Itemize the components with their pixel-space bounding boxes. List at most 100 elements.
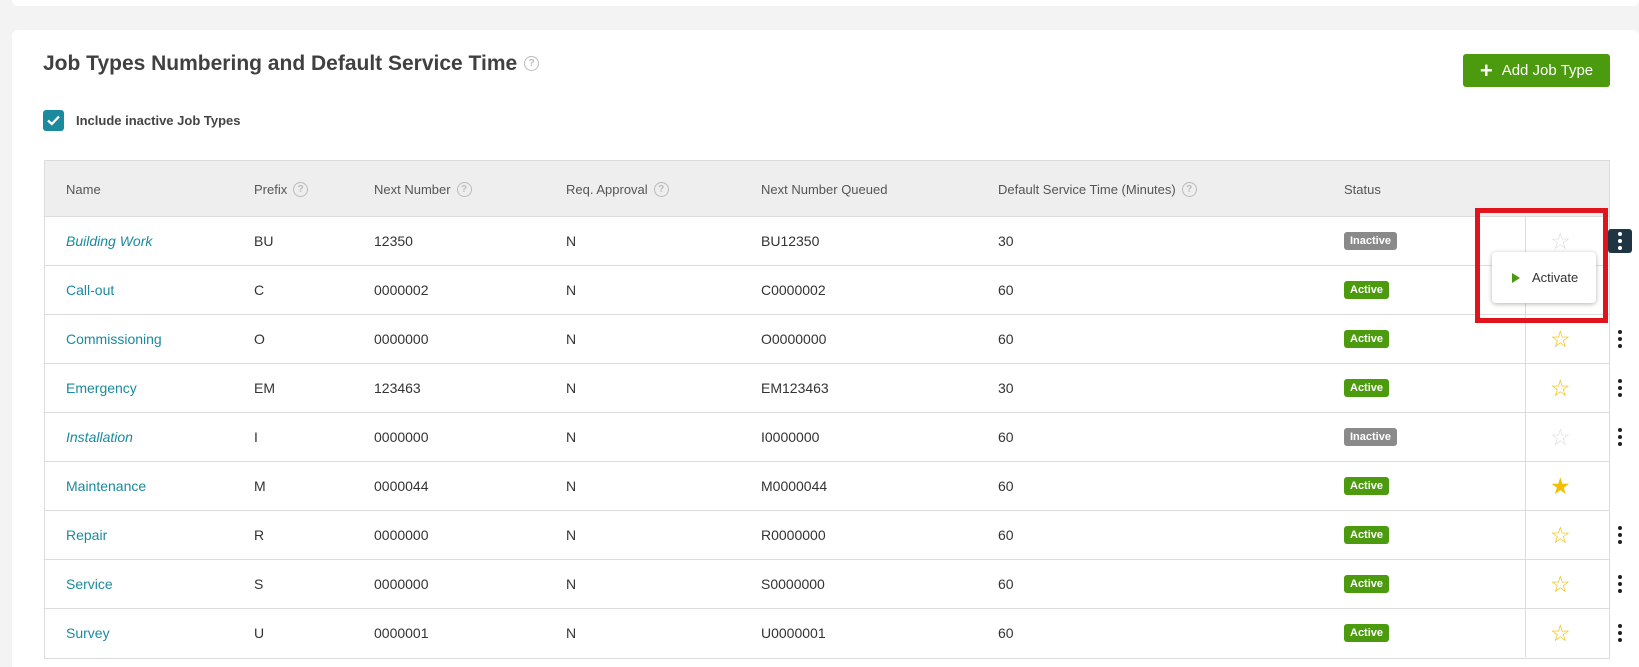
cell-value: I <box>254 429 258 445</box>
job-type-name-link[interactable]: Installation <box>66 429 133 445</box>
table-body: Building Work BU 12350 N BU12350 30 Inactive ☆ C… <box>45 217 1632 658</box>
more-options-icon[interactable] <box>1608 229 1632 253</box>
job-type-name-link[interactable]: Emergency <box>66 380 137 396</box>
column-header-next-number[interactable]: Next Number? <box>374 161 472 217</box>
add-job-type-button[interactable]: + Add Job Type <box>1463 54 1610 87</box>
favorite-star-icon[interactable]: ☆ <box>1550 621 1571 645</box>
cell-value: 60 <box>998 331 1014 347</box>
favorite-star-icon[interactable]: ☆ <box>1550 376 1571 400</box>
cell-value: N <box>566 429 577 445</box>
job-type-name-link[interactable]: Service <box>66 576 113 592</box>
cell-service-time: 60 <box>998 609 1014 657</box>
cell-name: Call-out <box>66 266 114 314</box>
cell-value: N <box>566 331 577 347</box>
column-header-prefix[interactable]: Prefix? <box>254 161 309 217</box>
cell-value: S0000000 <box>761 576 825 592</box>
favorite-star-icon[interactable]: ☆ <box>1550 523 1571 547</box>
cell-value: N <box>566 478 577 494</box>
cell-value: EM <box>254 380 275 396</box>
column-header-name[interactable]: Name <box>66 161 101 217</box>
cell-next-queued: R0000000 <box>761 511 826 559</box>
cell-service-time: 60 <box>998 511 1014 559</box>
table-row: Service S 0000000 N S0000000 60 Active ☆ <box>45 560 1622 609</box>
status-badge: Active <box>1344 575 1390 593</box>
include-inactive-checkbox[interactable] <box>43 110 64 131</box>
more-options-icon[interactable] <box>1608 523 1632 547</box>
cell-req-approval: N <box>566 462 576 510</box>
status-badge: Active <box>1344 281 1390 299</box>
cell-next-queued: M0000044 <box>761 462 827 510</box>
cell-service-time: 60 <box>998 413 1014 461</box>
include-inactive-label: Include inactive Job Types <box>76 113 241 128</box>
cell-value: 0000000 <box>374 429 429 445</box>
more-options-icon[interactable] <box>1608 572 1632 596</box>
cell-value: 123463 <box>374 380 421 396</box>
cell-name: Survey <box>66 609 110 657</box>
more-options-icon[interactable] <box>1608 327 1632 351</box>
more-options-icon[interactable] <box>1608 621 1632 645</box>
cell-name: Emergency <box>66 364 137 412</box>
job-type-name-link[interactable]: Building Work <box>66 233 152 249</box>
table-header: Name Prefix? Next Number? Req. Approval?… <box>45 161 1609 217</box>
cell-value: 60 <box>998 478 1014 494</box>
more-options-icon[interactable] <box>1608 425 1632 449</box>
column-header-status[interactable]: Status <box>1344 161 1381 217</box>
table-row: Building Work BU 12350 N BU12350 30 Inactive ☆ <box>45 217 1632 266</box>
job-type-name-link[interactable]: Call-out <box>66 282 114 298</box>
cell-next-number: 0000000 <box>374 511 429 559</box>
job-type-name-link[interactable]: Commissioning <box>66 331 162 347</box>
help-icon[interactable]: ? <box>456 181 472 197</box>
job-type-name-link[interactable]: Survey <box>66 625 110 641</box>
cell-value: I0000000 <box>761 429 820 445</box>
favorite-star-icon[interactable]: ☆ <box>1550 572 1571 596</box>
cell-value: O <box>254 331 265 347</box>
status-badge: Active <box>1344 624 1390 642</box>
cell-status: Active <box>1344 511 1390 559</box>
cell-req-approval: N <box>566 364 576 412</box>
cell-prefix: R <box>254 511 264 559</box>
cell-value: 0000000 <box>374 576 429 592</box>
cell-prefix: U <box>254 609 264 657</box>
cell-value: BU <box>254 233 274 249</box>
previous-card <box>12 0 1639 6</box>
favorite-star-icon[interactable]: ★ <box>1550 474 1571 498</box>
cell-prefix: C <box>254 266 264 314</box>
cell-status: Active <box>1344 609 1390 657</box>
include-inactive-toggle[interactable]: Include inactive Job Types <box>43 110 240 131</box>
cell-value: O0000000 <box>761 331 827 347</box>
cell-next-number: 0000000 <box>374 413 429 461</box>
column-header-next-number-queued[interactable]: Next Number Queued <box>761 161 887 217</box>
table-row: Installation I 0000000 N I0000000 60 Inactive ☆ <box>45 413 1622 462</box>
table-row: Call-out C 0000002 N C0000002 60 Active <box>45 266 1609 315</box>
cell-next-number: 0000000 <box>374 560 429 608</box>
cell-name: Building Work <box>66 217 152 265</box>
cell-value: M <box>254 478 266 494</box>
help-icon[interactable]: ? <box>653 181 669 197</box>
help-icon[interactable]: ? <box>293 181 309 197</box>
actions-divider <box>1525 462 1526 510</box>
table-row: Survey U 0000001 N U0000001 60 Active ☆ <box>45 609 1622 658</box>
cell-value: R0000000 <box>761 527 826 543</box>
cell-value: U0000001 <box>761 625 826 641</box>
help-icon[interactable]: ? <box>1181 181 1197 197</box>
cell-next-number: 0000002 <box>374 266 429 314</box>
cell-value: EM123463 <box>761 380 829 396</box>
cell-value: 0000000 <box>374 527 429 543</box>
column-header-req-approval[interactable]: Req. Approval? <box>566 161 669 217</box>
job-type-name-link[interactable]: Repair <box>66 527 107 543</box>
cell-prefix: I <box>254 413 258 461</box>
cell-next-queued: BU12350 <box>761 217 819 265</box>
actions-divider <box>1525 511 1526 559</box>
column-header-default-service-time[interactable]: Default Service Time (Minutes)? <box>998 161 1197 217</box>
favorite-star-icon[interactable]: ☆ <box>1550 327 1571 351</box>
cell-next-number: 123463 <box>374 364 421 412</box>
job-type-name-link[interactable]: Maintenance <box>66 478 146 494</box>
cell-value: 0000002 <box>374 282 429 298</box>
help-icon[interactable]: ? <box>524 56 539 71</box>
cell-value: N <box>566 233 577 249</box>
cell-name: Commissioning <box>66 315 162 363</box>
cell-value: C0000002 <box>761 282 826 298</box>
cell-value: 0000001 <box>374 625 429 641</box>
favorite-star-icon[interactable]: ☆ <box>1550 425 1571 449</box>
more-options-icon[interactable] <box>1608 376 1632 400</box>
